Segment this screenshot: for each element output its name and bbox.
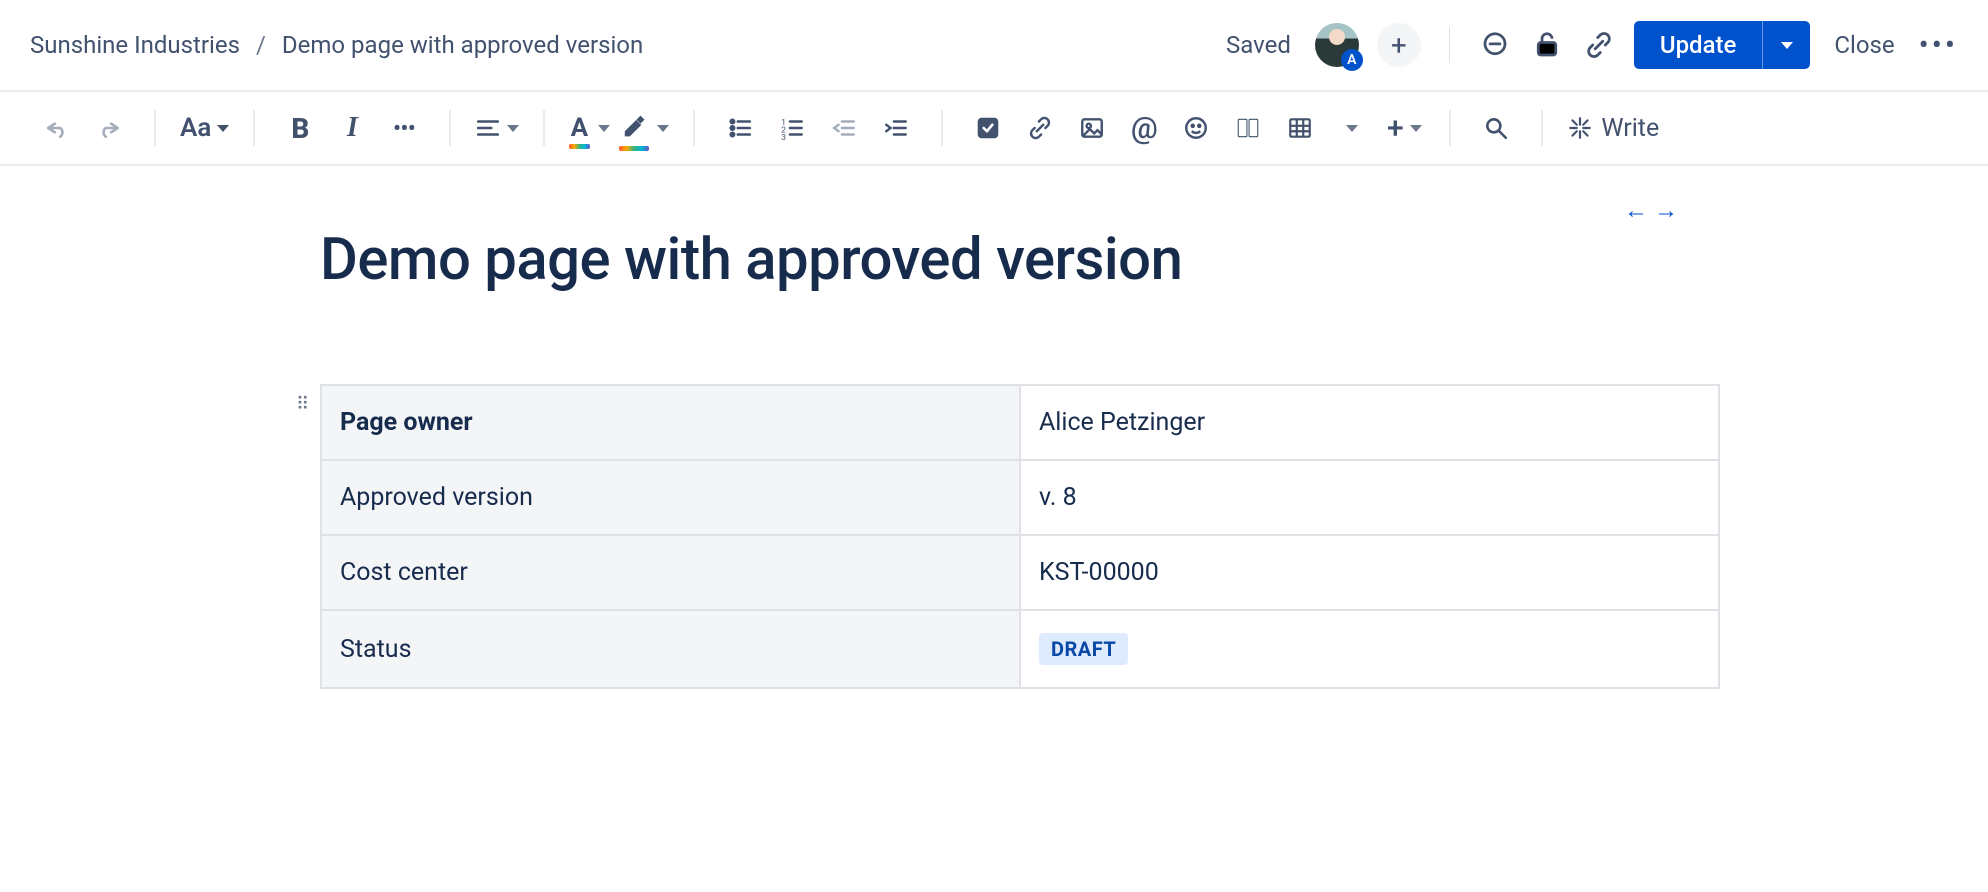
breadcrumb: Sunshine Industries / Demo page with app… [30, 31, 643, 59]
update-label: Update [1660, 31, 1737, 59]
drag-handle-icon[interactable]: ⠿ [296, 402, 309, 408]
toolbar-separator [1541, 110, 1543, 146]
chevron-down-icon [598, 125, 610, 132]
toolbar-separator [154, 110, 156, 146]
plus-icon: + [1387, 111, 1404, 146]
toolbar-separator [543, 110, 545, 146]
expand-arrows-icon: ← → [1624, 196, 1678, 224]
text-color-dropdown[interactable]: A [569, 107, 611, 149]
chevron-down-icon [217, 125, 229, 132]
editor-header: Sunshine Industries / Demo page with app… [0, 0, 1988, 90]
cell-label[interactable]: Cost center [321, 535, 1020, 610]
layouts-button[interactable] [1227, 107, 1269, 149]
at-icon: @ [1131, 111, 1158, 146]
cell-value[interactable]: Alice Petzinger [1020, 385, 1719, 460]
table-row[interactable]: Status DRAFT [321, 610, 1719, 688]
breadcrumb-space[interactable]: Sunshine Industries [30, 31, 240, 59]
insert-dropdown[interactable]: + [1383, 107, 1425, 149]
action-item-button[interactable] [967, 107, 1009, 149]
redo-button[interactable] [88, 107, 130, 149]
invite-button[interactable]: + [1377, 23, 1421, 67]
text-color-icon: A [571, 113, 588, 143]
write-label: Write [1601, 114, 1659, 143]
outdent-button[interactable] [823, 107, 865, 149]
editor-toolbar: Aa B I ••• A 123 @ [0, 92, 1988, 164]
cell-value[interactable]: v. 8 [1020, 460, 1719, 535]
status-badge: DRAFT [1039, 633, 1128, 665]
toolbar-separator [693, 110, 695, 146]
collaborator-avatar[interactable]: A [1315, 23, 1359, 67]
table-row[interactable]: Page owner Alice Petzinger [321, 385, 1719, 460]
italic-icon: I [347, 112, 358, 144]
link-icon[interactable] [1582, 28, 1616, 62]
more-formatting-button[interactable]: ••• [383, 107, 425, 149]
italic-button[interactable]: I [331, 107, 373, 149]
toolbar-separator [941, 110, 943, 146]
breadcrumb-page[interactable]: Demo page with approved version [282, 31, 643, 59]
undo-button[interactable] [36, 107, 78, 149]
indent-button[interactable] [875, 107, 917, 149]
chevron-down-icon [1346, 125, 1358, 132]
toolbar-separator [253, 110, 255, 146]
close-button[interactable]: Close [1828, 31, 1900, 59]
text-style-label: Aa [180, 113, 211, 143]
numbered-list-button[interactable]: 123 [771, 107, 813, 149]
save-status: Saved [1226, 31, 1291, 59]
chevron-down-icon [1781, 42, 1793, 49]
find-button[interactable] [1475, 107, 1517, 149]
metadata-table[interactable]: Page owner Alice Petzinger Approved vers… [320, 384, 1720, 689]
divider [1449, 27, 1450, 63]
ai-write-button[interactable]: Write [1567, 107, 1659, 149]
toolbar-separator [1449, 110, 1451, 146]
update-button[interactable]: Update [1634, 21, 1763, 69]
ellipsis-icon: ••• [393, 116, 415, 140]
chevron-down-icon [1410, 125, 1422, 132]
avatar-badge: A [1341, 49, 1363, 71]
restrictions-icon[interactable] [1530, 28, 1564, 62]
highlighter-icon [621, 112, 647, 145]
bold-icon: B [291, 112, 309, 145]
more-menu[interactable]: ••• [1919, 28, 1958, 63]
update-button-group: Update [1634, 21, 1811, 69]
cell-label[interactable]: Approved version [321, 460, 1020, 535]
cell-value[interactable]: DRAFT [1020, 610, 1719, 688]
emoji-button[interactable] [1175, 107, 1217, 149]
update-dropdown[interactable] [1762, 21, 1810, 69]
cell-label[interactable]: Status [321, 610, 1020, 688]
insert-link-button[interactable] [1019, 107, 1061, 149]
insert-image-button[interactable] [1071, 107, 1113, 149]
cell-label[interactable]: Page owner [321, 385, 1020, 460]
table-row[interactable]: Cost center KST-00000 [321, 535, 1719, 610]
cell-value[interactable]: KST-00000 [1020, 535, 1719, 610]
header-actions: Saved A + Update Close ••• [1226, 21, 1958, 69]
bold-button[interactable]: B [279, 107, 321, 149]
table-dropdown[interactable] [1279, 107, 1321, 149]
alignment-dropdown[interactable] [475, 107, 519, 149]
svg-text:3: 3 [781, 133, 786, 141]
document: Demo page with approved version ⠿ Page o… [320, 226, 1720, 689]
table-row[interactable]: Approved version v. 8 [321, 460, 1719, 535]
width-handle[interactable]: ← → [1624, 196, 1678, 225]
highlight-dropdown[interactable] [621, 107, 669, 149]
comments-icon[interactable] [1478, 28, 1512, 62]
chevron-down-icon [507, 125, 519, 132]
bullet-list-button[interactable] [719, 107, 761, 149]
editor-canvas[interactable]: ← → Demo page with approved version ⠿ Pa… [0, 166, 1988, 689]
text-style-dropdown[interactable]: Aa [180, 113, 229, 143]
mention-button[interactable]: @ [1123, 107, 1165, 149]
table-dropdown-caret[interactable] [1331, 107, 1373, 149]
breadcrumb-separator: / [256, 31, 266, 59]
page-title[interactable]: Demo page with approved version [320, 226, 1720, 294]
chevron-down-icon [657, 125, 669, 132]
toolbar-separator [449, 110, 451, 146]
plus-icon: + [1391, 29, 1407, 62]
